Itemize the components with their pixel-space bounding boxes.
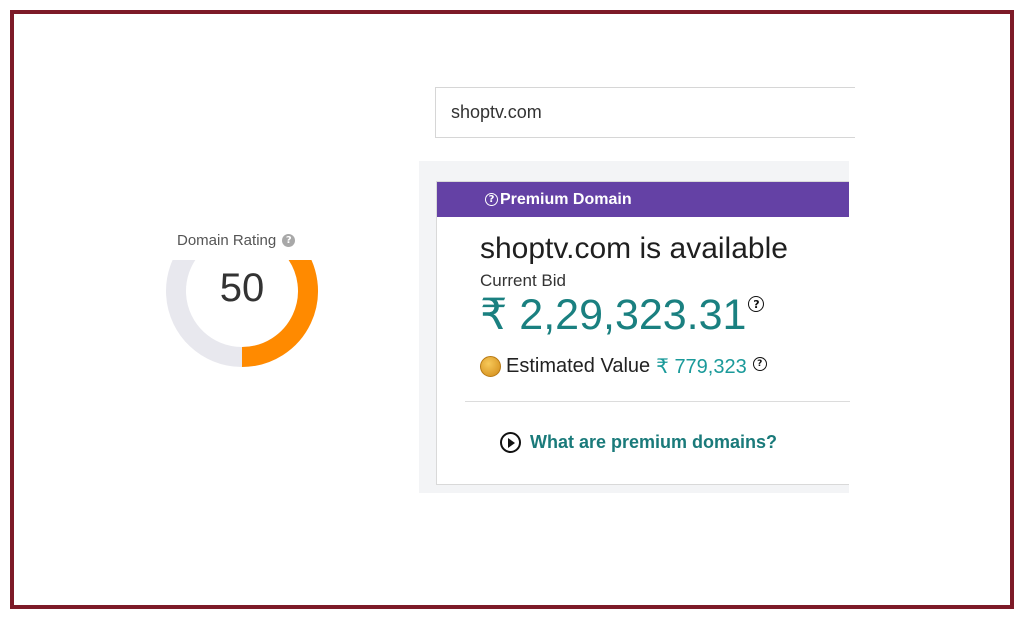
current-bid-value: ₹ 2,29,323.31 ? [480,290,765,340]
divider [465,401,850,402]
question-circle-icon[interactable]: ? [752,356,767,371]
premium-domain-header: ? Premium Domain [437,182,849,217]
current-bid-label: Current Bid [480,271,566,290]
question-circle-icon[interactable]: ? [282,234,296,247]
domain-rating-label: Domain Rating ? [177,232,296,249]
availability-title: shoptv.com is available [480,232,788,265]
estimated-value-label: Estimated Value [506,355,651,377]
estimated-value-amount: ₹ 779,323 [656,356,747,378]
coin-icon [480,356,501,377]
domain-rating-text: Domain Rating [177,232,277,249]
current-bid-amount: ₹ 2,29,323.31 [480,291,747,339]
question-circle-icon[interactable]: ? [485,193,498,206]
premium-domains-link-text[interactable]: What are premium domains? [530,432,777,453]
domain-search-box[interactable] [435,87,855,138]
domain-rating-value: 50 [219,266,265,310]
premium-domains-link[interactable]: What are premium domains? [500,432,777,453]
estimated-value-row: Estimated Value ₹ 779,323 ? [480,354,767,379]
premium-domain-card: ? Premium Domain shoptv.com is available… [436,181,850,485]
play-circle-icon [500,432,521,453]
domain-search-input[interactable] [436,88,855,137]
question-circle-icon[interactable]: ? [748,296,765,312]
premium-domain-label: Premium Domain [500,190,632,208]
